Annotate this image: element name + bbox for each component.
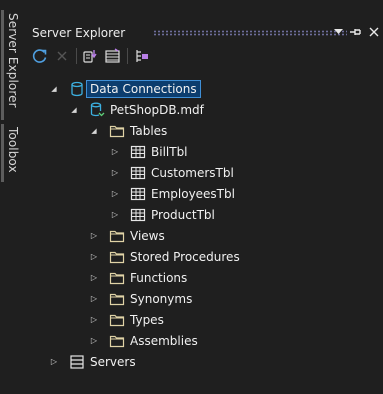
folder-icon [109,291,125,307]
toolbar-separator [76,48,77,64]
tree-item-label: Views [130,228,165,243]
dropdown-arrow-icon[interactable] [331,23,345,41]
tree-item-folder[interactable]: ▷ Synonyms [88,288,192,309]
tree-item-folder[interactable]: ▷ Types [88,309,164,330]
servers-icon [69,354,85,370]
collapsed-arrow-icon[interactable]: ▷ [109,204,121,225]
tree-item-label: BillTbl [151,144,188,159]
expanded-arrow-icon[interactable]: ◢ [48,78,60,99]
tab-server-explorer[interactable]: Server Explorer [6,13,20,108]
refresh-icon[interactable] [29,45,51,67]
collapsed-arrow-icon[interactable]: ▷ [88,330,100,351]
connect-to-database-icon[interactable] [80,45,102,67]
pin-icon[interactable] [349,23,363,41]
tree-item-table[interactable]: ▷ EmployeesTbl [109,183,235,204]
folder-icon [109,270,125,286]
tree-item-folder[interactable]: ▷ Views [88,225,165,246]
expanded-arrow-icon[interactable]: ◢ [88,120,100,141]
tree-item-table[interactable]: ▷ CustomersTbl [109,162,234,183]
tree-item-label: EmployeesTbl [151,186,235,201]
side-tab-strip: Server Explorer Toolbox [0,0,29,394]
table-icon [130,165,146,181]
expanded-arrow-icon[interactable]: ◢ [68,99,80,120]
server-explorer-panel: Server Explorer ◢ Data Connections ◢ Pet… [29,0,383,394]
table-icon [130,144,146,160]
tree-item-label: Stored Procedures [130,249,240,264]
tree-item-label: Data Connections [86,79,201,98]
tree-item-folder[interactable]: ▷ Stored Procedures [88,246,240,267]
tab-indicator [1,124,4,182]
tree-item-label: Functions [130,270,188,285]
active-tab-indicator [1,10,4,120]
sharepoint-icon[interactable] [131,45,153,67]
collapsed-arrow-icon[interactable]: ▷ [48,351,60,372]
tree-item-folder[interactable]: ▷ Assemblies [88,330,198,351]
collapsed-arrow-icon[interactable]: ▷ [109,183,121,204]
tree-item-table[interactable]: ▷ ProductTbl [109,204,215,225]
folder-icon [109,123,125,139]
folder-icon [109,333,125,349]
folder-icon [109,249,125,265]
table-icon [130,186,146,202]
tree-item-label: Synonyms [130,291,193,306]
tree-item-label: Types [130,312,164,327]
collapsed-arrow-icon[interactable]: ▷ [88,309,100,330]
tree-item-label: Assemblies [130,333,198,348]
database-icon [89,102,105,118]
panel-title-bar: Server Explorer [29,22,383,44]
panel-title: Server Explorer [32,26,126,40]
toolbar-separator [127,48,128,64]
tab-toolbox[interactable]: Toolbox [6,127,20,173]
drag-handle[interactable] [153,30,347,36]
tree-item-label: ProductTbl [151,207,215,222]
collapsed-arrow-icon[interactable]: ▷ [109,162,121,183]
tree-item-label: Servers [90,354,136,369]
collapsed-arrow-icon[interactable]: ▷ [88,267,100,288]
collapsed-arrow-icon[interactable]: ▷ [88,246,100,267]
panel-toolbar [29,44,383,68]
table-icon [130,207,146,223]
tree-item-folder[interactable]: ▷ Functions [88,267,187,288]
close-icon[interactable] [367,23,381,41]
tree-item-label: PetShopDB.mdf [110,102,204,117]
tree-item-table[interactable]: ▷ BillTbl [109,141,188,162]
tree-item-tables[interactable]: ◢ Tables [88,120,167,141]
tree-item-servers[interactable]: ▷ Servers [48,351,136,372]
folder-icon [109,228,125,244]
tree-item-database[interactable]: ◢ PetShopDB.mdf [68,99,204,120]
folder-icon [109,312,125,328]
collapsed-arrow-icon[interactable]: ▷ [88,288,100,309]
collapsed-arrow-icon[interactable]: ▷ [88,225,100,246]
collapsed-arrow-icon[interactable]: ▷ [109,141,121,162]
data-connections-icon [69,81,85,97]
connect-to-server-icon[interactable] [102,45,124,67]
tree-item-data-connections[interactable]: ◢ Data Connections [48,78,201,99]
tree-item-label: CustomersTbl [151,165,234,180]
stop-icon [51,45,73,67]
tree-item-label: Tables [130,123,168,138]
